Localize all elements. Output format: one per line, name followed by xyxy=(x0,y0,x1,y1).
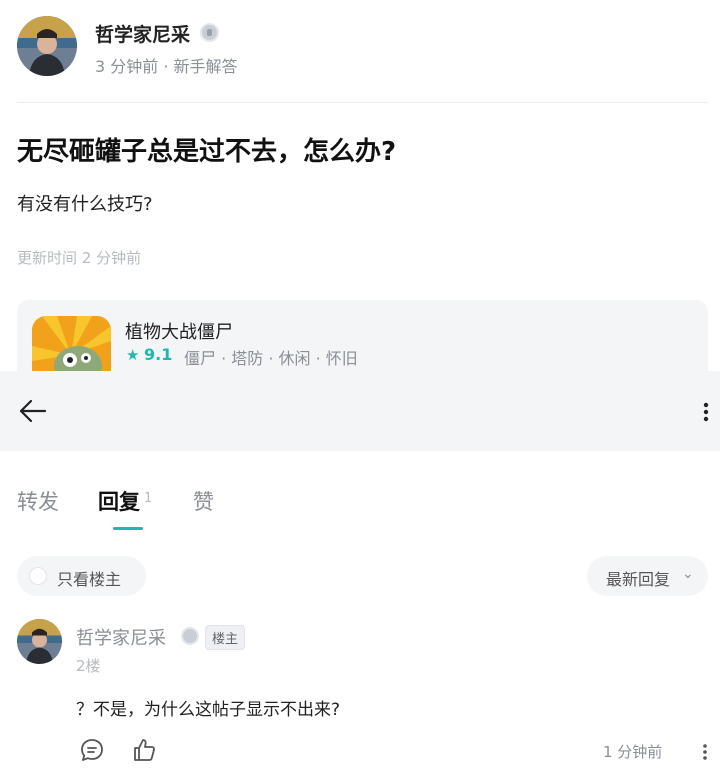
level-badge-icon xyxy=(200,23,219,42)
back-button[interactable] xyxy=(14,393,54,429)
author-name[interactable]: 哲学家尼采 xyxy=(95,20,190,47)
more-menu-button[interactable] xyxy=(694,395,718,429)
more-vertical-icon xyxy=(703,402,709,422)
only-op-toggle[interactable]: 只看楼主 xyxy=(17,556,146,596)
like-button[interactable] xyxy=(131,737,157,763)
more-vertical-icon xyxy=(703,744,707,760)
radio-circle-icon xyxy=(29,567,47,585)
top-toolbar xyxy=(0,371,720,451)
author-avatar[interactable] xyxy=(17,16,77,76)
avatar-portrait-icon xyxy=(17,16,77,76)
post-title: 无尽砸罐子总是过不去，怎么办? xyxy=(17,137,397,167)
post-meta: 3 分钟前 · 新手解答 xyxy=(95,57,238,76)
post-body: 有没有什么技巧? xyxy=(17,194,153,215)
tab-likes[interactable]: 赞 xyxy=(193,486,214,516)
reply-avatar[interactable] xyxy=(17,619,62,664)
chevron-down-icon: ⌄ xyxy=(682,566,694,582)
game-tags: 僵尸 · 塔防 · 休闲 · 怀旧 xyxy=(184,349,358,368)
updated-time: 更新时间 2 分钟前 xyxy=(17,249,142,267)
floor-number: 2楼 xyxy=(76,657,101,675)
tab-replies[interactable]: 回复 1 xyxy=(98,486,152,516)
sort-label: 最新回复 xyxy=(606,570,671,589)
only-op-label: 只看楼主 xyxy=(57,570,122,589)
tab-replies-label: 回复 xyxy=(98,490,140,514)
reply-text: ？不是，为什么这帖子显示不出来? xyxy=(76,700,341,720)
op-badge: 楼主 xyxy=(205,625,246,650)
active-tab-indicator xyxy=(113,527,143,530)
reply-time: 1 分钟前 xyxy=(603,743,663,761)
comment-button[interactable] xyxy=(79,737,105,763)
thumbs-up-icon xyxy=(134,739,155,761)
level-badge-icon xyxy=(181,627,199,645)
reply-author[interactable]: 哲学家尼采 xyxy=(76,624,166,650)
star-icon: ★ xyxy=(126,346,140,364)
divider xyxy=(17,102,708,103)
sort-dropdown[interactable]: 最新回复 ⌄ xyxy=(587,556,708,596)
reply-more-button[interactable] xyxy=(700,740,710,764)
game-rating: 9.1 xyxy=(144,345,173,364)
comment-icon xyxy=(81,739,103,761)
game-name: 植物大战僵尸 xyxy=(125,322,233,343)
tab-forward[interactable]: 转发 xyxy=(17,486,59,516)
arrow-left-icon xyxy=(19,399,47,423)
avatar-portrait-icon xyxy=(17,619,62,664)
reply-count: 1 xyxy=(144,491,153,506)
